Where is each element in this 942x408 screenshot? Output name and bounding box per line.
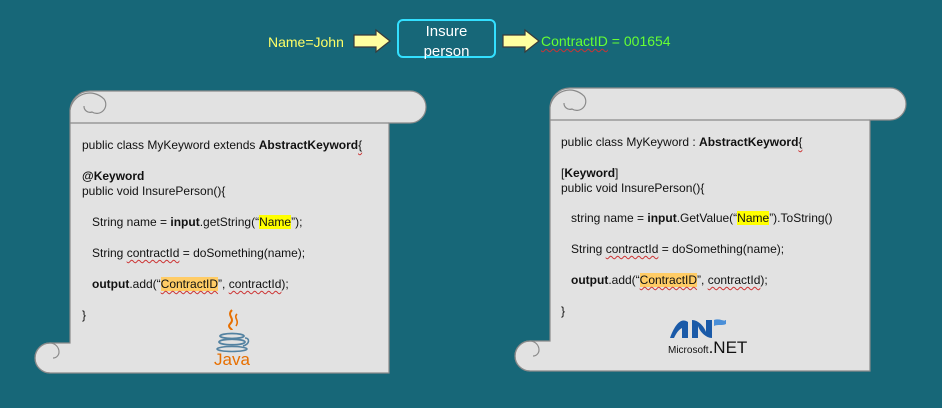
dotnet-logo-text: Microsoft.NET	[668, 338, 747, 358]
dotnet-close-line: }	[561, 304, 565, 318]
dotnet-logo-small: Microsoft	[668, 345, 709, 356]
code-text: public class MyKeyword :	[561, 135, 700, 149]
code-text: .add(“	[129, 277, 161, 291]
code-text: ”,	[697, 273, 708, 287]
dotnet-method-line: public void InsurePerson(){	[561, 181, 704, 195]
java-class-line: public class MyKeyword extends AbstractK…	[82, 138, 362, 152]
code-text: );	[760, 273, 768, 287]
code-text: contractId	[228, 277, 282, 291]
arrow-right-icon	[353, 28, 391, 54]
dotnet-output-line: output.add(“ContractID”, contractId);	[571, 273, 768, 287]
code-text: = doSomething(name);	[179, 246, 306, 260]
code-text: ContractID	[639, 273, 698, 287]
code-text: public class MyKeyword extends	[82, 138, 259, 152]
java-assign-line: String contractId = doSomething(name);	[92, 246, 305, 260]
input-label: Name=John	[268, 34, 344, 50]
java-output-line: output.add(“ContractID”, contractId);	[92, 277, 289, 291]
code-text: contractId	[605, 242, 659, 256]
java-logo: Java	[210, 308, 254, 370]
dotnet-logo: Microsoft.NET	[668, 316, 758, 360]
code-text: {	[798, 135, 803, 149]
code-text: @Keyword	[82, 169, 145, 183]
code-text: }	[82, 308, 87, 322]
code-text: ]	[615, 166, 619, 180]
dotnet-class-line: public class MyKeyword : AbstractKeyword…	[561, 135, 802, 149]
insure-person-box: Insure person	[397, 19, 496, 60]
code-text: Name	[737, 211, 770, 225]
java-method-line: public void InsurePerson(){	[82, 184, 225, 198]
insure-box-line1: Insure	[425, 23, 468, 40]
dotnet-input-line: string name = input.GetValue(“Name”).ToS…	[571, 211, 833, 225]
code-text: output	[92, 277, 130, 291]
code-text: String	[571, 242, 606, 256]
java-annotation-line: @Keyword	[82, 169, 144, 183]
code-text: AbstractKeyword	[258, 138, 359, 152]
java-close-line: }	[82, 308, 86, 322]
code-text: ”).ToString()	[769, 211, 833, 225]
dotnet-attribute-line: [Keyword]	[561, 166, 618, 180]
code-text: Keyword	[564, 166, 616, 180]
arrow-right-icon	[502, 28, 540, 54]
java-cup-icon	[216, 309, 250, 353]
code-text: contractId	[126, 246, 180, 260]
code-text: }	[561, 304, 566, 318]
code-text: ”,	[218, 277, 229, 291]
output-label-value: = 001654	[607, 33, 671, 49]
code-text: input	[647, 211, 677, 225]
output-label: ContractID = 001654	[541, 33, 671, 49]
code-text: public void InsurePerson(){	[561, 181, 705, 195]
code-text: input	[170, 215, 200, 229]
code-text: AbstractKeyword	[699, 135, 799, 149]
code-text: );	[281, 277, 289, 291]
code-text: output	[571, 273, 609, 287]
code-text: Name	[259, 215, 292, 229]
code-text: contractId	[707, 273, 761, 287]
dotnet-wave-icon	[670, 319, 726, 338]
code-text: .getString(“	[199, 215, 260, 229]
code-text: .add(“	[608, 273, 640, 287]
code-text: = doSomething(name);	[658, 242, 785, 256]
code-text: {	[358, 138, 363, 152]
java-input-line: String name = input.getString(“Name”);	[92, 215, 302, 229]
output-label-key: ContractID	[541, 33, 608, 49]
code-text: String name =	[92, 215, 171, 229]
insure-box-line2: person	[423, 43, 470, 60]
code-text: ”);	[291, 215, 303, 229]
code-text: ContractID	[160, 277, 219, 291]
code-text: .GetValue(“	[676, 211, 738, 225]
dotnet-logo-big: .NET	[708, 338, 748, 357]
dotnet-assign-line: String contractId = doSomething(name);	[571, 242, 784, 256]
code-text: public void InsurePerson(){	[82, 184, 226, 198]
java-logo-text: Java	[214, 350, 250, 369]
code-text: String	[92, 246, 127, 260]
code-text: string name =	[571, 211, 648, 225]
